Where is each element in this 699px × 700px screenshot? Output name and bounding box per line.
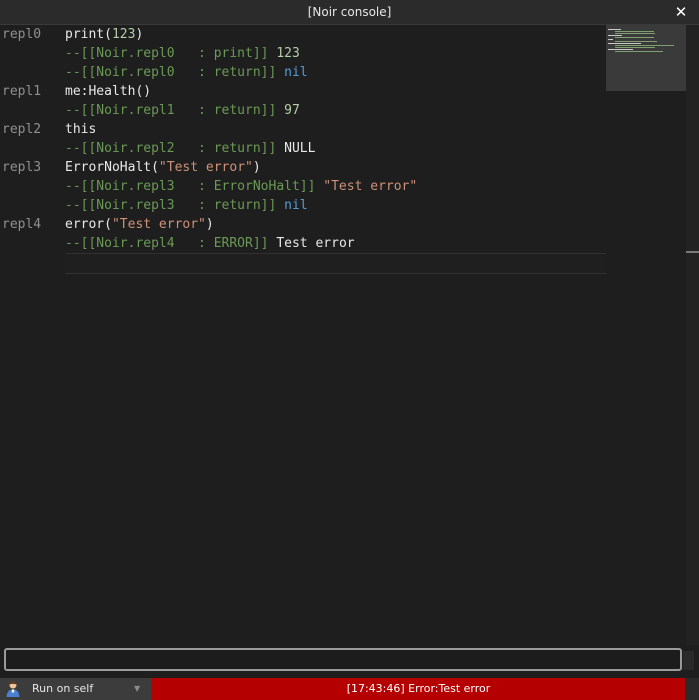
code-token: this <box>65 122 97 137</box>
chevron-down-icon: ▼ <box>134 684 141 693</box>
code-token: Test error <box>276 236 355 251</box>
minimap-line <box>608 29 621 30</box>
minimap-line <box>615 41 657 42</box>
command-input[interactable] <box>4 648 682 671</box>
line-code: --[[Noir.repl1 : return]] 97 <box>65 101 300 120</box>
minimap-line <box>608 43 641 44</box>
minimap-line <box>608 39 613 40</box>
run-target-label: Run on self <box>32 682 94 695</box>
line-code: --[[Noir.repl2 : return]] NULL <box>65 139 315 158</box>
console-line: repl1 me:Health() <box>0 82 606 101</box>
minimap[interactable] <box>606 25 686 91</box>
line-code: ErrorNoHalt("Test error") <box>65 158 261 177</box>
minimap-line <box>615 45 674 46</box>
code-token: 123 <box>276 46 300 61</box>
console-line: repl0 print(123) <box>0 25 606 44</box>
code-token: --[[Noir.repl0 : print]] <box>65 46 277 61</box>
code-token: --[[Noir.repl2 : return]] <box>65 141 285 156</box>
minimap-line <box>615 47 655 48</box>
console-line: --[[Noir.repl0 : return]] nil <box>0 63 606 82</box>
code-token: 97 <box>284 103 300 118</box>
line-code: me:Health() <box>65 82 151 101</box>
status-bar: Run on self ▼ [17:43:46] Error:Test erro… <box>0 678 699 700</box>
line-gutter-label: repl4 <box>2 217 42 232</box>
code-token: error( <box>65 217 112 232</box>
line-gutter-label: repl3 <box>2 160 42 175</box>
close-icon[interactable]: ✕ <box>671 2 691 22</box>
code-token: --[[Noir.repl1 : return]] <box>65 103 285 118</box>
code-token: 123 <box>111 27 136 42</box>
line-code: --[[Noir.repl4 : ERROR]] Test error <box>65 234 355 253</box>
noir-console-window: [Noir console] ✕ repl0 print(123) --[[Noir… <box>0 0 699 700</box>
current-line-highlight <box>65 253 606 274</box>
code-token: --[[Noir.repl4 : ERROR]] <box>65 236 277 251</box>
code-token: nil <box>284 65 308 80</box>
line-gutter-label: repl1 <box>2 84 42 99</box>
line-gutter-label: repl2 <box>2 122 42 137</box>
console-line: repl3 ErrorNoHalt("Test error") <box>0 158 606 177</box>
line-code: error("Test error") <box>65 215 214 234</box>
code-token: "Test error" <box>111 217 206 232</box>
minimap-line <box>615 31 654 32</box>
code-token: nil <box>284 198 308 213</box>
code-token: me:Health() <box>65 84 152 99</box>
console-line: --[[Noir.repl1 : return]] 97 <box>0 101 606 120</box>
console-line: --[[Noir.repl3 : ErrorNoHalt]] "Test err… <box>0 177 606 196</box>
input-scrollbar[interactable] <box>683 651 694 670</box>
line-code: --[[Noir.repl3 : return]] nil <box>65 196 308 215</box>
code-token: "Test error" <box>323 179 418 194</box>
code-token: ) <box>135 27 144 42</box>
code-token: print( <box>65 27 112 42</box>
code-token: ) <box>252 160 261 175</box>
scrollbar-thumb[interactable] <box>686 251 699 253</box>
console-line: repl2 this <box>0 120 606 139</box>
line-code: --[[Noir.repl0 : print]] 123 <box>65 44 300 63</box>
run-target-select[interactable]: Run on self ▼ <box>0 678 151 700</box>
minimap-line <box>615 51 663 52</box>
minimap-line <box>615 37 654 38</box>
code-token: ErrorNoHalt( <box>65 160 159 175</box>
code-token: --[[Noir.repl3 : return]] <box>65 198 285 213</box>
line-gutter-label: repl0 <box>2 27 42 42</box>
user-icon <box>6 681 20 697</box>
code-token: --[[Noir.repl3 : ErrorNoHalt]] <box>65 179 324 194</box>
console-line: --[[Noir.repl4 : ERROR]] Test error <box>0 234 606 253</box>
error-status-message: [17:43:46] Error:Test error <box>152 678 685 700</box>
code-token: NULL <box>284 141 316 156</box>
line-code: --[[Noir.repl3 : ErrorNoHalt]] "Test err… <box>65 177 417 196</box>
title-bar[interactable]: [Noir console] ✕ <box>0 0 699 25</box>
vertical-scrollbar[interactable] <box>686 25 699 645</box>
line-code: print(123) <box>65 25 143 44</box>
status-corner <box>685 678 699 700</box>
console-line: --[[Noir.repl2 : return]] NULL <box>0 139 606 158</box>
window-title: [Noir console] <box>307 5 392 19</box>
line-code: this <box>65 120 96 139</box>
console-output[interactable]: repl0 print(123) --[[Noir.repl0 : print]] … <box>0 25 686 645</box>
minimap-line <box>608 49 633 50</box>
code-token: ) <box>205 217 214 232</box>
console-line: repl4 error("Test error") <box>0 215 606 234</box>
minimap-line <box>608 35 622 36</box>
code-token: "Test error" <box>158 160 253 175</box>
console-line: --[[Noir.repl0 : print]] 123 <box>0 44 606 63</box>
console-line: --[[Noir.repl3 : return]] nil <box>0 196 606 215</box>
code-token: --[[Noir.repl0 : return]] <box>65 65 285 80</box>
line-code: --[[Noir.repl0 : return]] nil <box>65 63 308 82</box>
minimap-line <box>615 33 655 34</box>
